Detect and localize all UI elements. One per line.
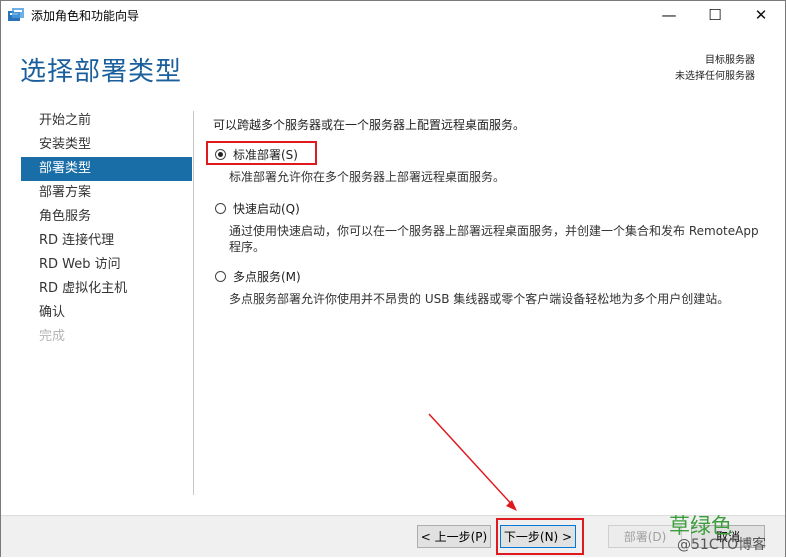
wizard-window: 添加角色和功能向导 — ☐ ✕ 选择部署类型 目标服务器 未选择任何服务器 开始… <box>0 0 786 557</box>
watermark-site: @51CTO博客 <box>677 537 767 553</box>
annotation-arrow <box>428 413 517 511</box>
